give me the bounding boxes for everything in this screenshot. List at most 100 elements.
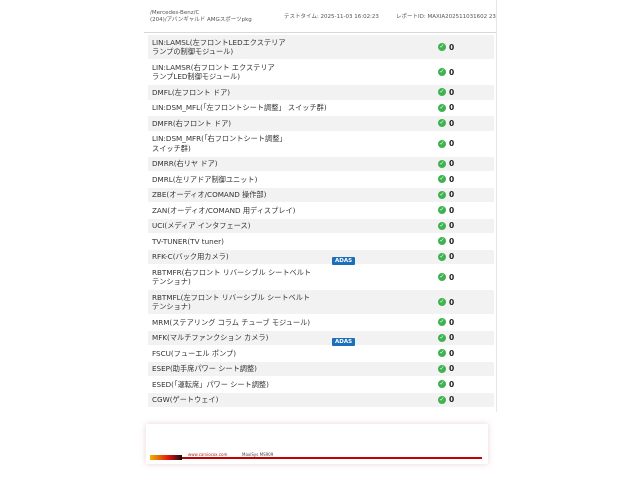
module-status: ✓ 0 — [438, 349, 478, 358]
footer-url: www.carsiocox.com — [188, 452, 228, 457]
module-row: MRM(ステアリング コラム チューブ モジュール) ✓ 0 — [148, 315, 494, 331]
check-circle-icon: ✓ — [438, 159, 446, 168]
module-row: LIN:LAMSL(左フロントLEDエクステリア ランプの制御モジュール) ✓ 0 — [148, 35, 494, 60]
module-name: LIN:DSM_MFL(「左フロントシート調整」 スイッチ群) — [148, 103, 332, 113]
module-status: ✓ 0 — [438, 252, 478, 261]
dtc-count: 0 — [449, 139, 455, 148]
dtc-count: 0 — [449, 103, 455, 113]
module-name-line2: ランプの制御モジュール) — [152, 47, 234, 56]
module-name-line1: DMFR(右フロント ドア) — [152, 118, 232, 128]
module-list: LIN:LAMSL(左フロントLEDエクステリア ランプの制御モジュール) ✓ 0 LI… — [148, 35, 494, 408]
module-name: FSCU(フューエル ポンプ) — [148, 349, 332, 359]
module-name-line1: LIN:DSM_MFL(「左フロントシート調整」 スイッチ群) — [152, 103, 327, 112]
module-row: MFK(マルチファンクション カメラ) ADAS ✓ 0 — [148, 330, 494, 347]
module-row: LIN:DSM_MFR(「右フロントシート調整」 スイッチ群) ✓ 0 — [148, 131, 494, 157]
module-name-line1: MRM(ステアリング コラム チューブ モジュール) — [152, 317, 311, 327]
module-name-line1: UCI(メディア インタフェース) — [152, 221, 251, 230]
module-name: UCI(メディア インタフェース) — [148, 221, 332, 231]
module-name: ESEP(助手席パワー シート調整) — [148, 364, 332, 374]
module-row: LIN:DSM_MFL(「左フロントシート調整」 スイッチ群) ✓ 0 — [148, 100, 494, 116]
module-status: ✓ 0 — [438, 395, 478, 404]
module-row: ZAN(オーディオ/COMAND 用ディスプレイ) ✓ 0 — [148, 203, 494, 219]
module-status: ✓ 0 — [438, 190, 478, 199]
check-circle-icon: ✓ — [438, 221, 446, 230]
module-name: ZAN(オーディオ/COMAND 用ディスプレイ) — [148, 206, 332, 216]
module-row: ESEP(助手席パワー シート調整) ✓ 0 — [148, 361, 494, 377]
dtc-count: 0 — [449, 42, 455, 52]
report-footer: www.carsiocox.com MaxiSys MS909 — [146, 424, 488, 464]
check-circle-icon: ✓ — [438, 380, 446, 389]
module-name-line1: RBTMFR(右フロント リバーシブル シートベルト — [152, 267, 312, 277]
module-name: DMRR(右リヤ ドア) — [148, 159, 332, 169]
check-circle-icon: ✓ — [438, 119, 446, 128]
adas-badge: ADAS — [332, 257, 356, 266]
module-row: ZBE(オーディオ/COMAND 操作部) ✓ 0 — [148, 187, 494, 203]
check-circle-icon: ✓ — [438, 349, 446, 358]
module-status: ✓ 0 — [438, 175, 478, 184]
dtc-count: 0 — [449, 190, 455, 200]
module-row: ESED(「運転席」パワー シート調整) ✓ 0 — [148, 377, 494, 393]
module-name: CGW(ゲートウェイ) — [148, 395, 332, 405]
module-name-line1: MFK(マルチファンクション カメラ) — [152, 333, 269, 342]
module-name-line1: LIN:DSM_MFR(「右フロントシート調整」 — [152, 134, 287, 143]
check-circle-icon: ✓ — [438, 139, 446, 148]
dtc-count: 0 — [449, 87, 455, 97]
module-name-line1: LIN:LAMSR(右フロント エクステリア — [152, 62, 275, 72]
check-circle-icon: ✓ — [438, 190, 446, 199]
module-row: FSCU(フューエル ポンプ) ✓ 0 — [148, 346, 494, 362]
check-circle-icon: ✓ — [438, 237, 446, 246]
module-status: ✓ 0 — [438, 139, 478, 148]
module-row: UCI(メディア インタフェース) ✓ 0 — [148, 218, 494, 234]
module-row: CGW(ゲートウェイ) ✓ 0 — [148, 392, 494, 408]
report-id-label: レポートID: — [396, 14, 426, 20]
vehicle-line-2: (204)/アバンギャルド AMGスポーツpkg — [150, 17, 252, 23]
dtc-count: 0 — [449, 118, 455, 128]
dtc-count: 0 — [449, 252, 455, 262]
module-row: DMFL(左フロント ドア) ✓ 0 — [148, 85, 494, 101]
module-status: ✓ 0 — [438, 43, 478, 52]
module-name-line1: ZAN(オーディオ/COMAND 用ディスプレイ) — [152, 205, 296, 215]
module-name: LIN:DSM_MFR(「右フロントシート調整」 スイッチ群) — [148, 134, 332, 153]
check-circle-icon: ✓ — [438, 298, 446, 306]
module-status: ✓ 0 — [438, 364, 478, 373]
module-status: ✓ 0 — [438, 119, 478, 128]
module-name-line1: CGW(ゲートウェイ) — [152, 395, 219, 404]
check-circle-icon: ✓ — [438, 103, 446, 112]
test-time-value: 2025-11-03 16:02:23 — [320, 14, 379, 20]
vehicle-info: /Mercedes-Benz/C (204)/アバンギャルド AMGスポーツpk… — [150, 10, 252, 24]
module-name: DMFL(左フロント ドア) — [148, 88, 332, 98]
check-circle-icon: ✓ — [438, 206, 446, 215]
report-id-value: MAXIA202511031602 23 — [427, 14, 496, 20]
module-row: DMFR(右フロント ドア) ✓ 0 — [148, 116, 494, 132]
module-status: ✓ 0 — [438, 237, 478, 246]
module-name-line1: DMRR(右リヤ ドア) — [152, 159, 218, 168]
footer-model: MaxiSys MS909 — [242, 452, 274, 457]
module-name: TV-TUNER(TV tuner) — [148, 237, 332, 247]
module-name-line1: ESED(「運転席」パワー シート調整) — [152, 379, 269, 389]
module-name-line2: スイッチ群) — [152, 143, 191, 153]
dtc-count: 0 — [449, 174, 455, 184]
module-status: ✓ 0 — [438, 333, 478, 342]
check-circle-icon: ✓ — [438, 88, 446, 97]
module-name: ZBE(オーディオ/COMAND 操作部) — [148, 190, 332, 200]
module-name-line1: RFK-C(バック用カメラ) — [152, 252, 229, 261]
module-name-line1: ZBE(オーディオ/COMAND 操作部) — [152, 190, 267, 199]
dtc-count: 0 — [449, 67, 455, 77]
check-circle-icon: ✓ — [438, 318, 446, 327]
check-circle-icon: ✓ — [438, 333, 446, 342]
module-row: TV-TUNER(TV tuner) ✓ 0 — [148, 234, 494, 250]
module-row: RBTMFR(右フロント リバーシブル シートベルト テンショナ) ✓ 0 — [148, 265, 494, 290]
check-circle-icon: ✓ — [438, 252, 446, 261]
vehicle-line-1: /Mercedes-Benz/C — [150, 10, 200, 16]
check-circle-icon: ✓ — [438, 68, 446, 76]
module-name: LIN:LAMSL(左フロントLEDエクステリア ランプの制御モジュール) — [148, 38, 332, 57]
module-name: ESED(「運転席」パワー シート調整) — [148, 380, 332, 390]
module-status: ✓ 0 — [438, 318, 478, 327]
module-row: LIN:LAMSR(右フロント エクステリア ランプLED制御モジュール) ✓ 0 — [148, 60, 494, 85]
module-name: LIN:LAMSR(右フロント エクステリア ランプLED制御モジュール) — [148, 63, 332, 82]
module-name-line1: FSCU(フューエル ポンプ) — [152, 348, 237, 358]
report-id: レポートID: MAXIA202511031602 23 — [396, 12, 496, 20]
module-status: ✓ 0 — [438, 159, 478, 168]
brand-stripe — [150, 455, 182, 460]
dtc-count: 0 — [449, 348, 455, 358]
